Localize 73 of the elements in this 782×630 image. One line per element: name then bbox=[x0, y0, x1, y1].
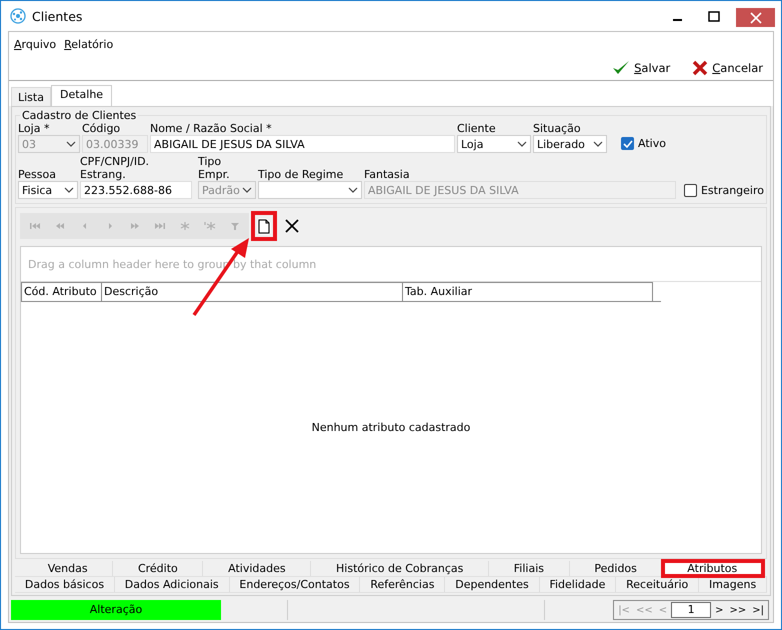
empty-message: Nenhum atributo cadastrado bbox=[312, 421, 470, 434]
nav-prev-page-icon bbox=[54, 221, 66, 231]
group-title: Cadastro de Clientes bbox=[21, 109, 138, 122]
tab[interactable]: Dependentes bbox=[445, 577, 540, 592]
tab[interactable]: Crédito bbox=[113, 561, 204, 576]
nav-last-icon bbox=[154, 221, 166, 231]
checkbox[interactable] bbox=[621, 137, 634, 150]
tab[interactable]: Fidelidade bbox=[540, 577, 616, 592]
field-label: Código bbox=[82, 122, 122, 135]
close-icon bbox=[285, 219, 299, 233]
nav-first-icon bbox=[28, 221, 40, 231]
tab[interactable]: Dados Adicionais bbox=[114, 577, 230, 592]
mode-indicator: Alteração bbox=[11, 600, 221, 620]
tab[interactable]: Atividades bbox=[203, 561, 312, 576]
column-header[interactable]: Cód. Atributo bbox=[22, 282, 102, 301]
tab[interactable]: Endereços/Contatos bbox=[230, 577, 360, 592]
chevron-icon bbox=[64, 187, 74, 193]
document-icon bbox=[258, 218, 270, 234]
dropdown[interactable]: Fisica bbox=[18, 181, 78, 199]
chevron-icon bbox=[348, 187, 358, 193]
page-field[interactable]: 1 bbox=[671, 602, 712, 618]
new-record-button[interactable] bbox=[251, 211, 277, 241]
field-label: Cliente bbox=[457, 122, 497, 135]
dropdown[interactable]: Loja bbox=[457, 135, 531, 153]
tab[interactable]: Lista bbox=[11, 87, 51, 106]
nav-next-page-icon bbox=[128, 221, 140, 231]
column-header[interactable]: Tab. Auxiliar bbox=[403, 282, 653, 301]
menu-item[interactable]: Relatório bbox=[64, 38, 114, 58]
tab[interactable]: Vendas bbox=[23, 561, 114, 576]
tab[interactable]: Histórico de Cobranças bbox=[311, 561, 490, 576]
checkbox[interactable] bbox=[684, 184, 697, 197]
column-header[interactable]: Descrição bbox=[102, 282, 403, 301]
field-label: Loja * bbox=[18, 122, 50, 135]
field-label: Pessoa bbox=[18, 168, 57, 181]
pager-button[interactable]: >| bbox=[750, 604, 766, 616]
tab[interactable]: Filiais bbox=[489, 561, 570, 576]
window-title: Clientes bbox=[32, 8, 82, 24]
close-icon bbox=[750, 12, 762, 24]
chevron-icon bbox=[593, 141, 603, 147]
close-icon bbox=[692, 60, 708, 76]
field-label: CPF/CNPJ/ID. Estrang. bbox=[80, 155, 150, 181]
chevron-icon bbox=[517, 141, 527, 147]
field-label: Tipo de Regime bbox=[258, 168, 344, 181]
field-label: Nome / Razão Social * bbox=[150, 122, 273, 135]
dropdown[interactable]: Liberado bbox=[533, 135, 607, 153]
field-label: Tipo Empr. bbox=[198, 155, 231, 181]
dropdown[interactable] bbox=[258, 181, 362, 199]
input-field[interactable]: ABIGAIL DE JESUS DA SILVA bbox=[150, 135, 455, 153]
pager-button[interactable]: > bbox=[713, 604, 726, 616]
checkbox-label: Estrangeiro bbox=[700, 184, 764, 197]
check-icon bbox=[622, 138, 632, 148]
nav-insert-icon bbox=[178, 221, 190, 231]
input-field[interactable]: 223.552.688-86 bbox=[80, 181, 192, 199]
chevron-icon bbox=[66, 141, 76, 147]
tab[interactable]: Referências bbox=[360, 577, 446, 592]
tab[interactable]: Dados básicos bbox=[15, 577, 115, 592]
close-button[interactable] bbox=[736, 8, 775, 27]
chevron-icon bbox=[242, 187, 252, 193]
pager-button[interactable]: >> bbox=[727, 604, 748, 616]
tab[interactable]: Atributos bbox=[662, 561, 763, 576]
tab[interactable]: Detalhe bbox=[50, 85, 112, 106]
app-icon bbox=[10, 8, 26, 24]
tab[interactable]: Imagens bbox=[699, 577, 768, 592]
checkbox-label: Ativo bbox=[638, 137, 666, 150]
tab[interactable]: Receituário bbox=[616, 577, 700, 592]
checkmark-icon bbox=[612, 60, 630, 76]
cancel-button[interactable]: Cancelar bbox=[692, 60, 763, 76]
menu-item[interactable]: Arquivo bbox=[14, 38, 56, 58]
field-label: Situação bbox=[533, 122, 582, 135]
nav-append-icon bbox=[204, 221, 216, 231]
nav-filter-icon bbox=[228, 221, 240, 231]
save-button[interactable]: Salvar bbox=[612, 60, 670, 76]
field-label: Fantasia bbox=[364, 168, 411, 181]
